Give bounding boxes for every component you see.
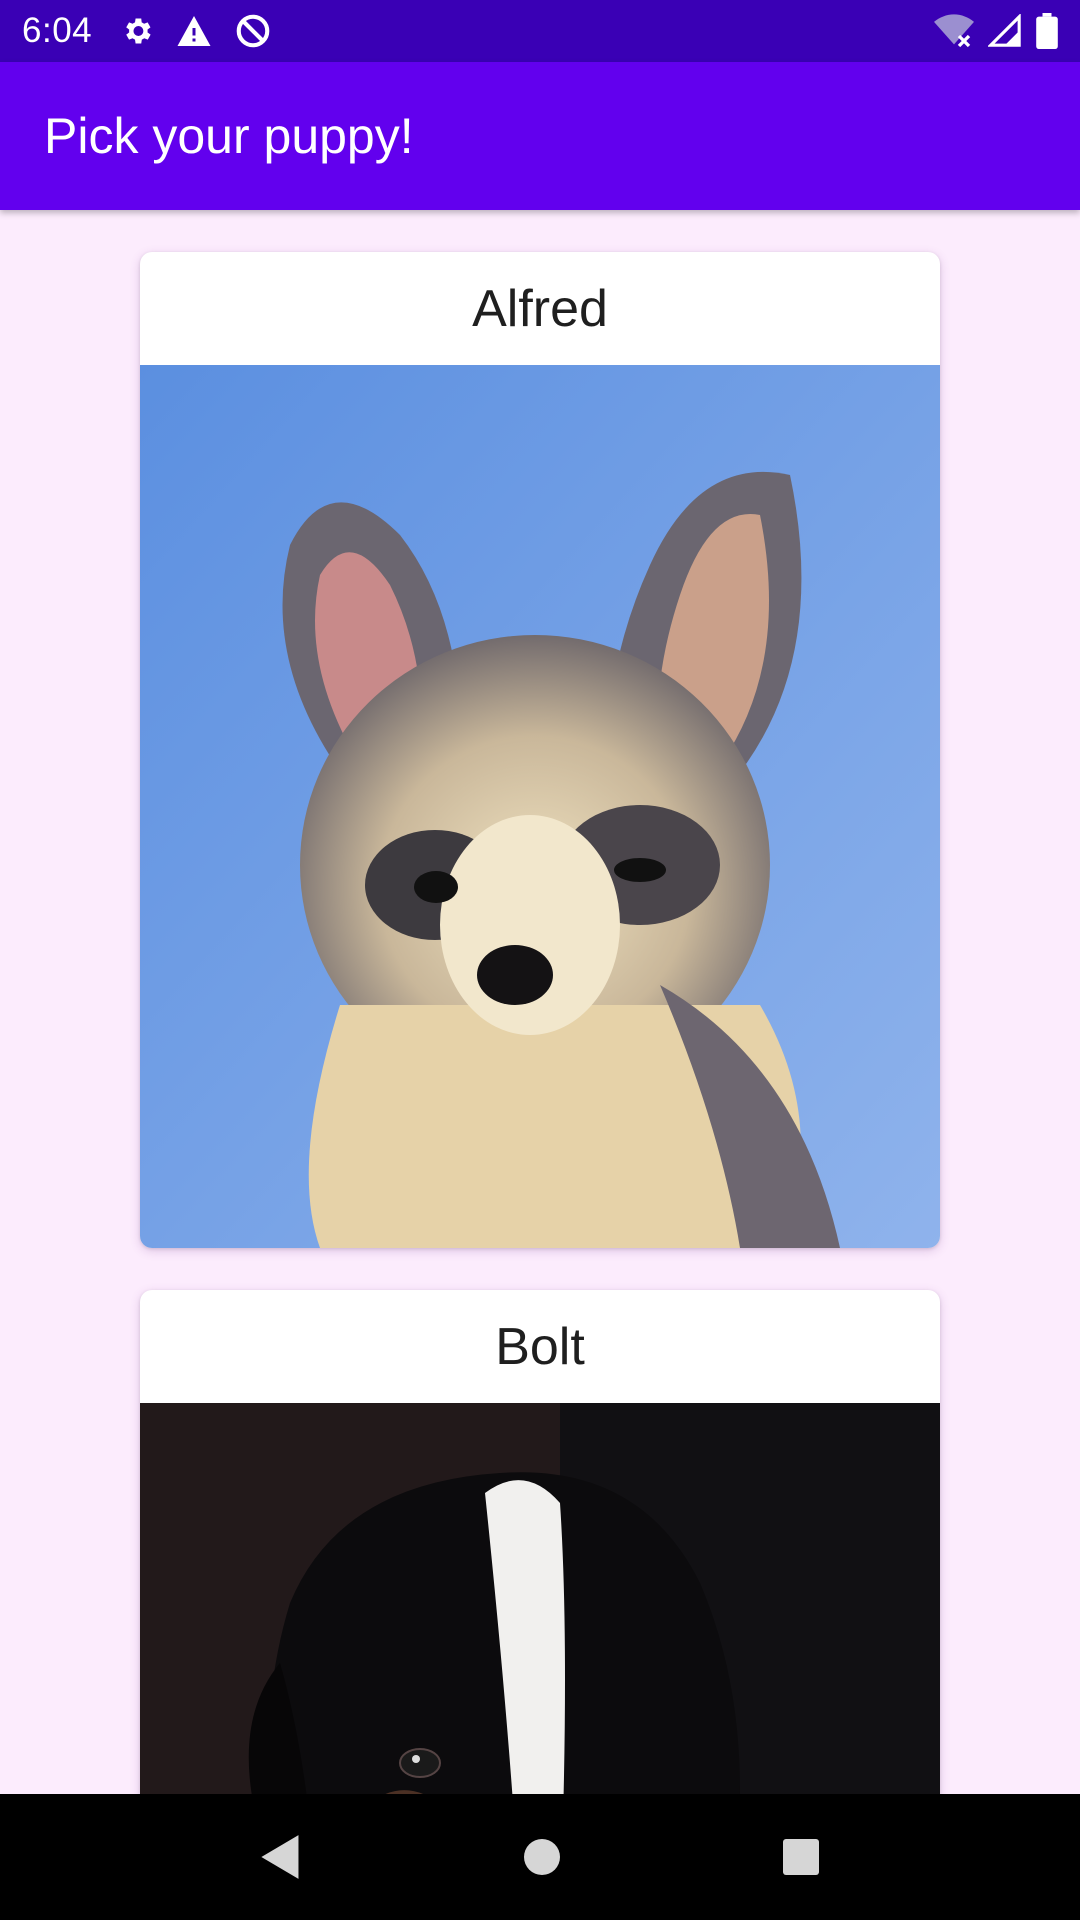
data-saver-icon (234, 12, 272, 50)
status-bar: 6:04 (0, 0, 1080, 62)
puppy-list[interactable]: Alfred Bolt (0, 210, 1080, 1794)
puppy-photo-bolt (140, 1403, 940, 1794)
puppy-card-alfred[interactable]: Alfred (140, 252, 940, 1248)
back-icon[interactable] (259, 1833, 303, 1881)
warning-icon (176, 14, 212, 48)
status-time: 6:04 (22, 11, 93, 50)
settings-icon (120, 14, 154, 48)
puppy-name: Bolt (495, 1317, 585, 1376)
home-icon[interactable] (522, 1837, 562, 1877)
cell-signal-icon (988, 14, 1022, 48)
puppy-photo-alfred (140, 365, 940, 1248)
battery-icon (1036, 13, 1058, 49)
recents-icon[interactable] (781, 1837, 821, 1877)
app-bar: Pick your puppy! (0, 62, 1080, 210)
puppy-name: Alfred (472, 279, 608, 338)
app-title: Pick your puppy! (44, 108, 414, 164)
wifi-off-icon (934, 14, 974, 48)
navigation-bar (0, 1794, 1080, 1920)
puppy-card-bolt[interactable]: Bolt (140, 1290, 940, 1794)
